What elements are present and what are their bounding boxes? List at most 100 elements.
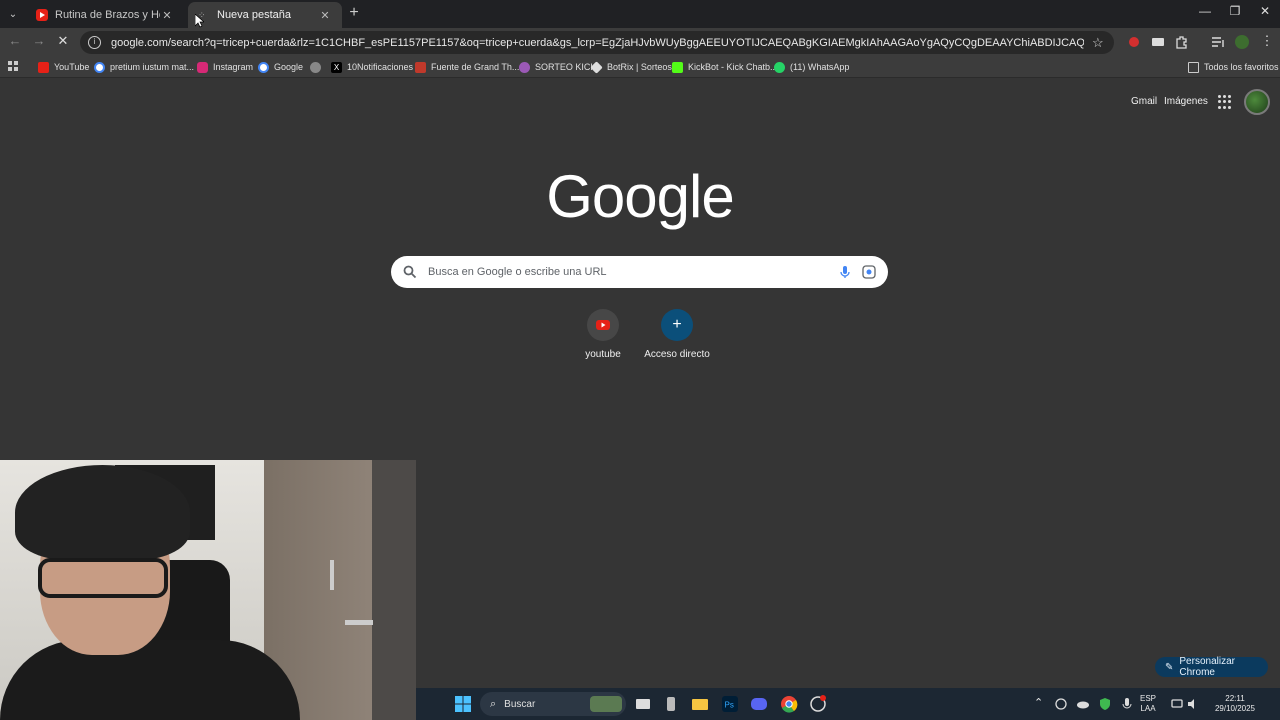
whatsapp-icon bbox=[774, 61, 785, 73]
x-icon: X bbox=[331, 61, 342, 73]
botrix-icon bbox=[590, 60, 603, 74]
bookmark-globe[interactable] bbox=[310, 59, 326, 75]
security-shield-icon[interactable] bbox=[1098, 697, 1112, 711]
close-window-button[interactable]: ✕ bbox=[1250, 4, 1280, 22]
bookmark-fuente-gta[interactable]: Fuente de Grand Th... bbox=[415, 59, 519, 75]
close-tab-icon[interactable]: ✕ bbox=[160, 9, 174, 22]
search-icon bbox=[403, 265, 417, 279]
chrome-icon[interactable] bbox=[780, 695, 798, 713]
bookmark-google[interactable]: Google bbox=[258, 59, 303, 75]
bookmark-instagram[interactable]: Instagram bbox=[197, 59, 253, 75]
webcam-wardrobe-dark bbox=[372, 460, 416, 720]
menu-kebab-icon[interactable]: ⋮ bbox=[1258, 33, 1276, 51]
extension-record-icon[interactable] bbox=[1126, 34, 1142, 50]
restore-button[interactable]: ❐ bbox=[1220, 4, 1250, 22]
language-indicator[interactable]: ESP LAA bbox=[1140, 694, 1156, 714]
app-icon-generic[interactable] bbox=[662, 695, 680, 713]
windows-start-icon[interactable] bbox=[454, 695, 472, 713]
chevron-up-icon[interactable]: ⌃ bbox=[1034, 698, 1043, 709]
google-icon bbox=[258, 61, 269, 73]
taskbar-search-label: Buscar bbox=[504, 698, 536, 710]
task-view-icon[interactable] bbox=[634, 695, 652, 713]
tab-title: Nueva pestaña bbox=[217, 9, 291, 21]
folder-icon bbox=[1188, 61, 1199, 73]
clock[interactable]: 22:11 29/10/2025 bbox=[1206, 694, 1264, 714]
webcam-person-glasses bbox=[38, 558, 168, 598]
windows-taskbar: ⌕ Buscar Ps ⌃ ESP LAA 22:11 29/10/2025 bbox=[416, 688, 1280, 720]
globe-icon bbox=[310, 61, 321, 73]
address-url[interactable]: google.com/search?q=tricep+cuerda&rlz=1C… bbox=[111, 37, 1084, 49]
bookmark-label: Fuente de Grand Th... bbox=[431, 62, 520, 72]
youtube-icon bbox=[38, 61, 49, 73]
tab-strip: ⌄ Rutina de Brazos y Hombros qu ✕ ⁘ Nuev… bbox=[0, 0, 1280, 28]
google-logo: Google bbox=[546, 163, 734, 230]
all-bookmarks-label: Todos los favoritos bbox=[1204, 62, 1279, 72]
browser-toolbar: ← → ✕ i google.com/search?q=tricep+cuerd… bbox=[0, 28, 1280, 56]
profile-avatar-icon[interactable] bbox=[1234, 34, 1250, 50]
tab-rutina[interactable]: Rutina de Brazos y Hombros qu ✕ bbox=[26, 2, 184, 28]
bookmark-label: Instagram bbox=[213, 62, 254, 72]
apps-grid-icon[interactable] bbox=[8, 61, 19, 72]
clock-time: 22:11 bbox=[1225, 694, 1245, 703]
media-control-icon[interactable] bbox=[1210, 34, 1226, 50]
bookmark-sorteo-kick[interactable]: SORTEO KICK bbox=[519, 59, 596, 75]
onedrive-cloud-icon[interactable] bbox=[1076, 697, 1090, 711]
webcam-overlay bbox=[0, 460, 416, 720]
bookmark-youtube[interactable]: YouTube bbox=[38, 59, 89, 75]
account-avatar[interactable] bbox=[1244, 89, 1270, 115]
search-box[interactable] bbox=[391, 256, 888, 288]
clock-date: 29/10/2025 bbox=[1214, 704, 1256, 713]
bookmark-label: (11) WhatsApp bbox=[790, 62, 850, 72]
site-info-icon[interactable]: i bbox=[88, 36, 101, 49]
bookmark-star-icon[interactable]: ☆ bbox=[1092, 35, 1106, 51]
volume-icon[interactable] bbox=[1186, 697, 1200, 711]
new-tab-button[interactable]: + bbox=[346, 5, 362, 21]
shortcut-add[interactable]: + Acceso directo bbox=[637, 309, 717, 360]
svg-text:Ps: Ps bbox=[725, 701, 734, 710]
customize-chrome-button[interactable]: ✎ Personalizar Chrome bbox=[1155, 656, 1268, 678]
bookmark-whatsapp[interactable]: (11) WhatsApp bbox=[774, 59, 849, 75]
tab-search-dropdown[interactable]: ⌄ bbox=[5, 6, 21, 22]
all-bookmarks-folder[interactable]: Todos los favoritos bbox=[1188, 59, 1279, 75]
tab-title: Rutina de Brazos y Hombros qu bbox=[55, 9, 160, 21]
google-apps-icon[interactable] bbox=[1218, 95, 1232, 109]
sync-icon[interactable] bbox=[1054, 697, 1068, 711]
taskbar-search[interactable]: ⌕ Buscar bbox=[480, 692, 626, 716]
lang-bottom: LAA bbox=[1140, 704, 1156, 713]
bookmark-pretium[interactable]: pretium iustum mat... bbox=[94, 59, 194, 75]
youtube-icon bbox=[587, 309, 619, 341]
close-tab-icon[interactable]: ✕ bbox=[318, 9, 332, 22]
kickbot-icon bbox=[672, 61, 683, 73]
stop-loading-button[interactable]: ✕ bbox=[54, 33, 72, 51]
gmail-link[interactable]: Gmail bbox=[1131, 96, 1157, 107]
bookmark-label: BotRix | Sorteos bbox=[607, 62, 672, 72]
minimize-button[interactable]: — bbox=[1190, 4, 1220, 22]
extension-card-icon[interactable] bbox=[1150, 34, 1166, 50]
search-icon: ⌕ bbox=[490, 697, 497, 710]
network-icon[interactable] bbox=[1170, 697, 1184, 711]
extensions-puzzle-icon[interactable] bbox=[1174, 34, 1190, 50]
app-icon-notification[interactable] bbox=[809, 695, 827, 713]
bookmark-kickbot[interactable]: KickBot - Kick Chatb... bbox=[672, 59, 778, 75]
search-input[interactable] bbox=[428, 266, 838, 278]
instagram-icon bbox=[197, 61, 208, 73]
google-lens-icon[interactable] bbox=[862, 265, 876, 279]
voice-search-icon[interactable] bbox=[838, 265, 852, 279]
shortcut-youtube[interactable]: youtube bbox=[563, 309, 643, 360]
back-button[interactable]: ← bbox=[6, 33, 24, 51]
microphone-icon[interactable] bbox=[1120, 697, 1134, 711]
bookmark-10notificaciones[interactable]: X 10Notificaciones bbox=[331, 59, 413, 75]
bookmark-label: KickBot - Kick Chatb... bbox=[688, 62, 778, 72]
discord-icon[interactable] bbox=[750, 695, 768, 713]
address-bar[interactable]: i google.com/search?q=tricep+cuerda&rlz=… bbox=[80, 31, 1114, 54]
forward-button[interactable]: → bbox=[30, 33, 48, 51]
photoshop-icon[interactable]: Ps bbox=[721, 695, 739, 713]
bookmark-botrix[interactable]: BotRix | Sorteos bbox=[590, 59, 672, 75]
font-icon bbox=[415, 61, 426, 73]
images-link[interactable]: Imágenes bbox=[1164, 96, 1208, 107]
file-explorer-icon[interactable] bbox=[691, 695, 709, 713]
customize-label: Personalizar Chrome bbox=[1179, 656, 1235, 678]
tab-nueva-pestana[interactable]: ⁘ Nueva pestaña ✕ bbox=[188, 2, 342, 28]
youtube-icon bbox=[36, 9, 48, 21]
bookmark-label: 10Notificaciones bbox=[347, 62, 414, 72]
